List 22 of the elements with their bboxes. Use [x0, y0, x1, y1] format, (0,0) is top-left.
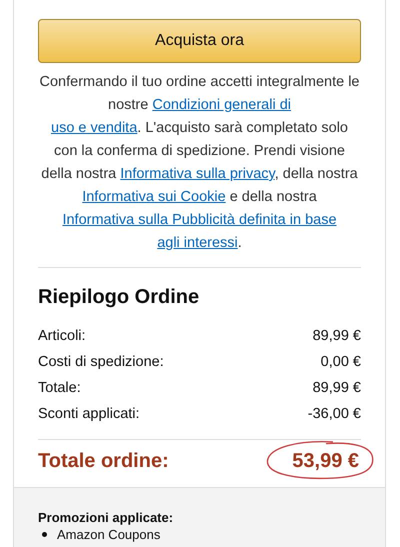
- policy-link[interactable]: Condizioni generali di: [152, 97, 291, 113]
- terms-paragraph: Confermando il tuo ordine accetti integralmente le nostre Condizioni generali di uso e vendita. L'acquisto sarà completato solo con la conferma di spedizione. Prendi visione della nostra Informativa sulla privacy, della nostra Informativa sui Cookie e della nostra Informativa sulla Pubblicità definita in base agli interessi.: [38, 73, 360, 253]
- policy-link[interactable]: uso e vendita: [51, 120, 138, 136]
- bullet-icon: [42, 532, 47, 537]
- summary-value: 89,99 €: [312, 327, 361, 346]
- summary-value: 0,00 €: [320, 353, 361, 372]
- summary-label: Totale:: [38, 379, 81, 398]
- summary-value: -36,00 €: [308, 405, 361, 424]
- buy-now-button[interactable]: Acquista ora: [38, 19, 361, 63]
- summary-value: 89,99 €: [312, 379, 361, 398]
- policy-link[interactable]: agli interessi: [157, 235, 238, 251]
- policy-link[interactable]: Informativa sui Cookie: [82, 189, 226, 205]
- policy-link[interactable]: Informativa sulla Pubblicità definita in base: [62, 212, 337, 228]
- promotions-title: Promozioni applicate:: [38, 510, 174, 525]
- policy-link[interactable]: Informativa sulla privacy: [120, 166, 275, 182]
- summary-title: Riepilogo Ordine: [38, 286, 200, 309]
- order-total-label: Totale ordine:: [38, 450, 169, 473]
- summary-label: Sconti applicati:: [38, 405, 140, 424]
- summary-label: Articoli:: [38, 327, 86, 346]
- summary-label: Costi di spedizione:: [38, 353, 164, 372]
- promotion-item: Amazon Coupons: [57, 527, 160, 542]
- order-total-value: 53,99 €: [292, 450, 359, 472]
